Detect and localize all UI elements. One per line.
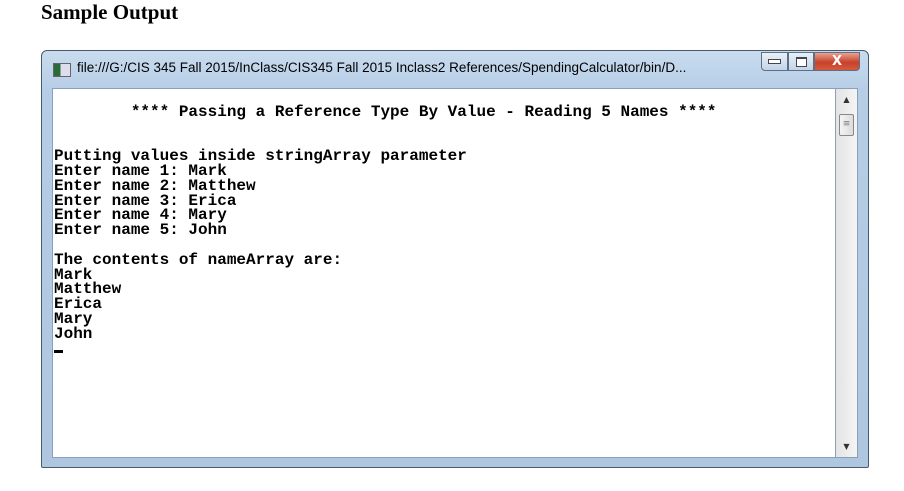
maximize-icon [795,56,807,67]
console-app-icon[interactable] [53,63,71,77]
scroll-up-arrow-icon[interactable]: ▲ [836,91,857,108]
console-line: Enter name 5: John [54,221,227,240]
text-cursor [54,349,63,353]
maximize-button[interactable] [788,52,814,71]
close-button[interactable]: X [814,52,860,71]
console-output[interactable]: **** Passing a Reference Type By Value -… [52,88,836,458]
scroll-thumb[interactable]: ≡ [839,114,854,136]
minimize-icon [768,59,781,64]
console-window: file:///G:/CIS 345 Fall 2015/InClass/CIS… [41,50,869,468]
title-bar[interactable]: file:///G:/CIS 345 Fall 2015/InClass/CIS… [42,51,868,87]
vertical-scrollbar[interactable]: ▲ ≡ ▼ [836,88,858,458]
scroll-down-arrow-icon[interactable]: ▼ [836,438,857,455]
minimize-button[interactable] [761,52,788,71]
console-text: **** Passing a Reference Type By Value -… [53,89,835,356]
console-line: **** Passing a Reference Type By Value -… [54,102,717,121]
console-line: John [54,324,93,343]
close-icon: X [831,54,843,69]
page-heading: Sample Output [41,0,179,24]
window-title: file:///G:/CIS 345 Fall 2015/InClass/CIS… [77,60,687,75]
console-line: The contents of nameArray are: [54,250,343,269]
